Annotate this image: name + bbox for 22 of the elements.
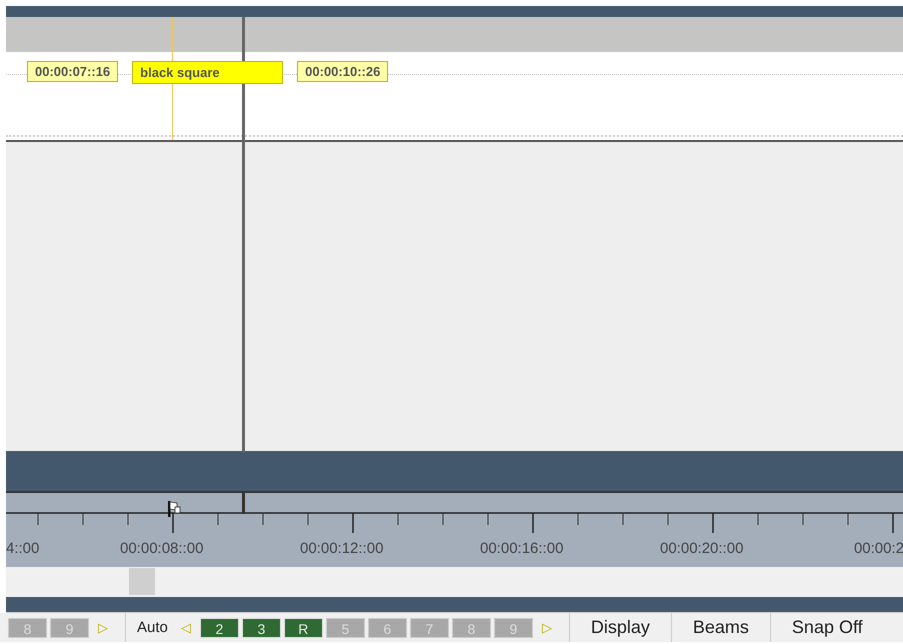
flag-icon[interactable] bbox=[168, 501, 180, 517]
scrollbar-thumb[interactable] bbox=[129, 568, 155, 595]
arrow-button[interactable]: ▷ bbox=[92, 620, 114, 635]
timecode-label: 00:00:07::16 bbox=[27, 61, 118, 82]
arrow-button[interactable]: ◁ bbox=[174, 620, 197, 635]
time-label: 00:00:12::00 bbox=[300, 540, 384, 557]
number-key[interactable]: 2 bbox=[200, 618, 239, 638]
toolbar-button[interactable]: Beams bbox=[682, 617, 759, 638]
number-key[interactable]: 3 bbox=[242, 618, 281, 638]
time-label: 00:00:20::00 bbox=[660, 540, 744, 557]
number-key[interactable]: R bbox=[284, 618, 323, 638]
toolbar-button[interactable]: Snap Off bbox=[782, 617, 873, 638]
time-label: 00:00:16::00 bbox=[480, 540, 564, 557]
timecode-label: 00:00:10::26 bbox=[297, 61, 388, 82]
auto-label: Auto bbox=[137, 619, 168, 636]
time-label: 00:00:08::00 bbox=[120, 540, 204, 557]
playhead-marker[interactable] bbox=[242, 493, 245, 514]
arrow-button[interactable]: ▷ bbox=[536, 620, 558, 635]
time-label: 00:00:2 bbox=[854, 540, 903, 557]
time-label: 4::00 bbox=[6, 540, 40, 557]
clip-title[interactable]: black square bbox=[132, 61, 284, 84]
toolbar-button[interactable]: Display bbox=[580, 617, 660, 638]
